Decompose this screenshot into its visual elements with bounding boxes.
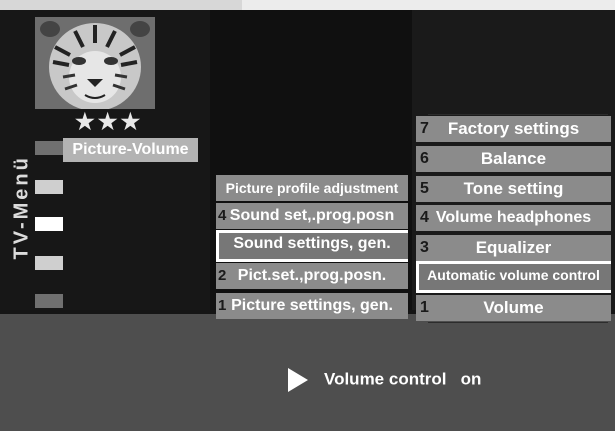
menu-level-square: [35, 180, 63, 194]
menu-item-label: Equalizer: [475, 238, 552, 257]
menu-item-factory-settings[interactable]: 7 Factory settings: [416, 116, 611, 142]
menu-item-picture-settings-gen[interactable]: 1 Picture settings, gen.: [216, 293, 408, 319]
play-icon: [288, 368, 308, 392]
menu-item-number: 5: [420, 180, 429, 197]
left-menu-selected[interactable]: Picture-Volume: [63, 138, 198, 162]
selection-marker: [416, 264, 419, 290]
menu-item-picture-profile[interactable]: Picture profile adjustment: [216, 175, 408, 201]
menu-title-vertical: TV-Menü: [10, 155, 33, 260]
status-line: Volume control on: [288, 368, 481, 392]
menu-item-number: 3: [420, 239, 429, 256]
menu-item-label: Sound settings, gen.: [233, 235, 391, 252]
menu-item-number: 1: [218, 297, 227, 314]
menu-item-number: 7: [420, 120, 429, 137]
menu-item-balance[interactable]: 6 Balance: [416, 146, 611, 172]
menu-item-sound-settings-gen[interactable]: Sound settings, gen.: [216, 230, 408, 262]
menu-level-square: [35, 141, 63, 155]
menu-item-label: Sound set,.prog.posn: [229, 207, 395, 224]
selection-marker: [216, 233, 219, 259]
menu-item-number: 2: [218, 267, 227, 284]
menu-item-label: Tone setting: [463, 179, 564, 198]
menu-level-square-active: [35, 217, 63, 231]
menu-item-label: Automatic volume control: [427, 267, 600, 283]
menu-item-label: Picture profile adjustment: [225, 180, 399, 196]
menu-item-label: Picture settings, gen.: [231, 297, 393, 314]
menu-item-volume-headphones[interactable]: 4 Volume headphones: [416, 205, 611, 231]
menu-item-label: Factory settings: [447, 119, 580, 138]
menu-item-number: 4: [218, 207, 227, 224]
menu-item-volume[interactable]: 1 Volume: [416, 295, 611, 321]
menu-level-square: [35, 294, 63, 308]
menu-item-number: 1: [420, 299, 429, 316]
menu-item-equalizer[interactable]: 3 Equalizer: [416, 235, 611, 261]
menu-item-sound-set-prog[interactable]: 4 Sound set,.prog.posn: [216, 203, 408, 229]
menu-item-number: 4: [420, 209, 429, 226]
rating-stars: ★★★: [75, 109, 144, 134]
menu-item-label: Pict.set.,prog.posn.: [237, 267, 387, 284]
tiger-thumbnail-image: [35, 17, 155, 109]
menu-item-label: Balance: [480, 149, 547, 168]
status-label: Volume control: [324, 369, 447, 389]
menu-level-square: [35, 256, 63, 270]
menu-item-label: Volume headphones: [435, 209, 592, 226]
menu-item-label: Volume: [483, 298, 544, 317]
menu-item-automatic-volume-control[interactable]: Automatic volume control: [416, 261, 611, 293]
menu-item-tone-setting[interactable]: 5 Tone setting: [416, 176, 611, 202]
menu-item-pict-set-prog[interactable]: 2 Pict.set.,prog.posn.: [216, 263, 408, 289]
status-value: on: [460, 369, 482, 389]
divider: [428, 322, 608, 323]
menu-item-number: 6: [420, 150, 429, 167]
divider: [428, 114, 608, 115]
